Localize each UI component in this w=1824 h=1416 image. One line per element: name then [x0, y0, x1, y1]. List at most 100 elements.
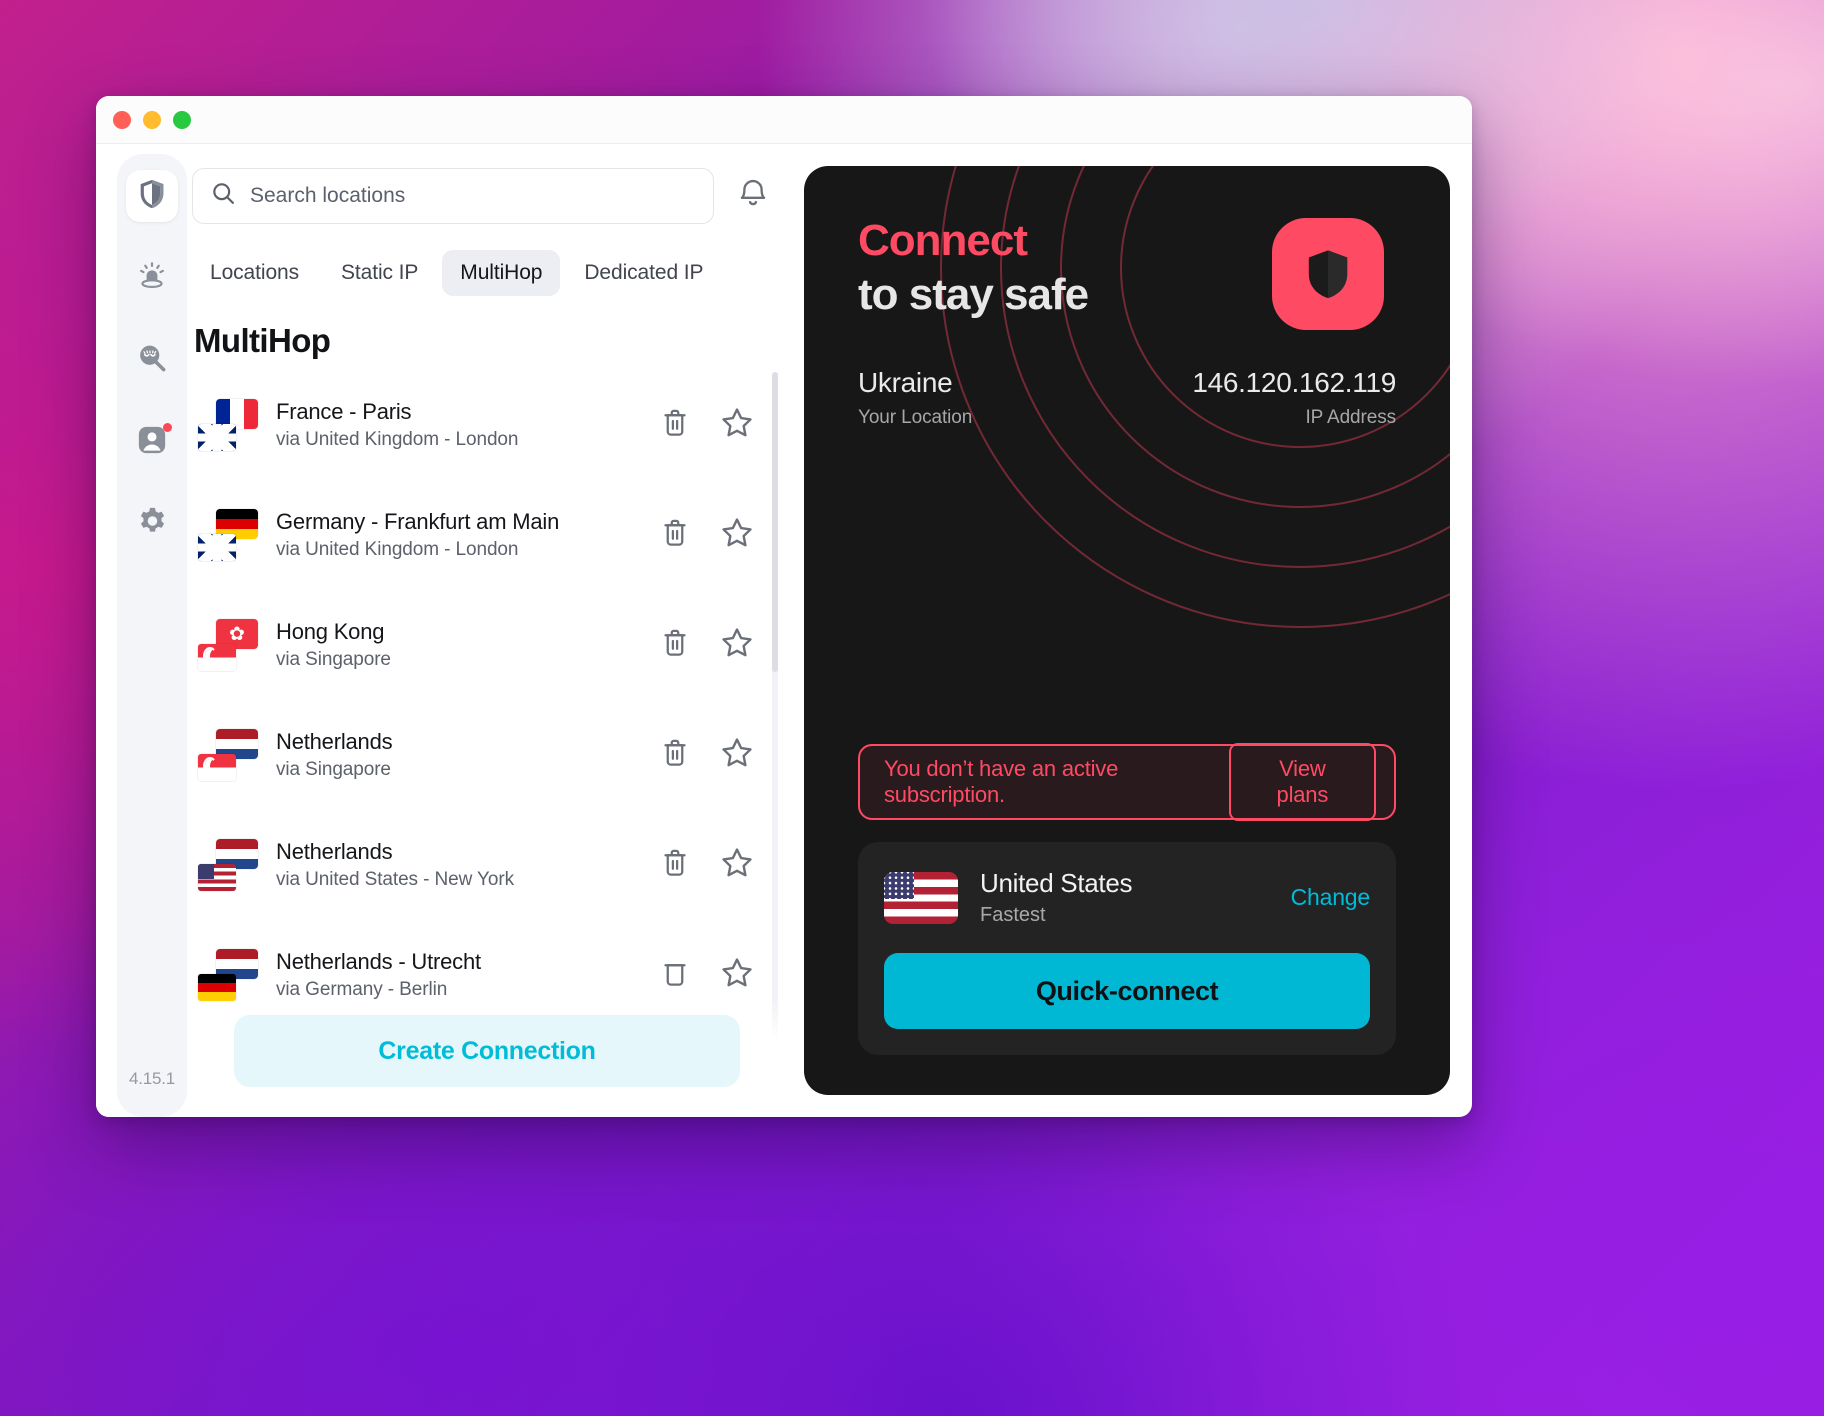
favorite-button[interactable]: [720, 518, 754, 552]
subscription-banner: You don’t have an active subscription. V…: [858, 743, 1396, 821]
delete-connection-button[interactable]: [658, 518, 692, 552]
tab-dedicated-ip[interactable]: Dedicated IP: [566, 250, 721, 296]
sidebar-item-alerts[interactable]: [126, 252, 178, 304]
row-actions: [658, 848, 762, 882]
flag-united-kingdom-icon: [198, 424, 236, 451]
list-item-subtitle: via United Kingdom - London: [276, 429, 519, 450]
sidebar-item-scanner[interactable]: [126, 334, 178, 386]
notifications-button[interactable]: [736, 179, 770, 213]
row-actions: [658, 958, 762, 992]
list-item-subtitle: via United Kingdom - London: [276, 539, 519, 560]
list-item-title: Netherlands: [276, 839, 393, 864]
flag-pair: [198, 507, 260, 563]
sidebar-item-protection[interactable]: [126, 170, 178, 222]
list-item-title: Hong Kong: [276, 619, 385, 644]
locations-panel: Locations Static IP MultiHop Dedicated I…: [172, 144, 792, 1117]
star-icon: [721, 407, 753, 443]
shield-icon: [137, 178, 167, 215]
list-scrollbar-thumb[interactable]: [772, 372, 778, 672]
row-actions: [658, 628, 762, 662]
list-item-text: Germany - Frankfurt am Main via United K…: [276, 509, 658, 561]
list-item[interactable]: Netherlands via United States - New York: [192, 810, 762, 920]
trash-icon: [661, 848, 689, 883]
tab-multihop[interactable]: MultiHop: [442, 250, 561, 296]
search-input[interactable]: [250, 184, 695, 208]
flag-united-kingdom-icon: [198, 534, 236, 561]
list-item[interactable]: France - Paris via United Kingdom - Lond…: [192, 370, 762, 480]
list-item[interactable]: Hong Kong via Singapore: [192, 590, 762, 700]
list-item[interactable]: Netherlands via Singapore: [192, 700, 762, 810]
locations-list: France - Paris via United Kingdom - Lond…: [192, 370, 792, 1045]
close-window-button[interactable]: [113, 110, 131, 129]
ip-address-label: IP Address: [1305, 407, 1396, 429]
list-heading: MultiHop: [194, 322, 331, 359]
quick-connect-speed-label: Fastest: [980, 904, 1046, 926]
account-icon: [137, 425, 167, 460]
flag-pair: [198, 837, 260, 893]
tab-static-ip[interactable]: Static IP: [323, 250, 436, 296]
view-plans-button[interactable]: View plans: [1228, 743, 1376, 821]
favorite-button[interactable]: [720, 738, 754, 772]
list-item-subtitle: via Singapore: [276, 649, 391, 670]
search-row: [192, 168, 792, 224]
delete-connection-button[interactable]: [658, 628, 692, 662]
subscription-message: You don’t have an active subscription.: [884, 756, 1119, 807]
search-box[interactable]: [192, 168, 714, 224]
list-item-title: France - Paris: [276, 399, 412, 424]
delete-connection-button[interactable]: [658, 738, 692, 772]
list-item-title: Germany - Frankfurt am Main: [276, 509, 560, 534]
flag-pair: [198, 947, 260, 1003]
list-item-text: Netherlands - Utrecht via Germany - Berl…: [276, 949, 658, 1001]
favorite-button[interactable]: [720, 628, 754, 662]
star-icon: [721, 517, 753, 553]
list-item-title: Netherlands: [276, 729, 393, 754]
flag-pair: [198, 727, 260, 783]
star-icon: [721, 737, 753, 773]
list-item-subtitle: via Germany - Berlin: [276, 979, 448, 1000]
list-item-title: Netherlands - Utrecht: [276, 949, 481, 974]
sidebar-item-account[interactable]: [126, 416, 178, 468]
trash-icon: [661, 628, 689, 663]
list-item-text: Netherlands via United States - New York: [276, 839, 658, 891]
delete-connection-button[interactable]: [658, 848, 692, 882]
alarm-icon: [137, 261, 167, 296]
sidebar-item-settings[interactable]: [126, 498, 178, 550]
app-window: 4.15.1 Search locations Locations Static…: [96, 96, 1472, 1117]
window-body: 4.15.1 Search locations Locations Static…: [96, 144, 1472, 1117]
tab-locations[interactable]: Locations: [192, 250, 317, 296]
quick-connect-location-text: United States Fastest: [980, 868, 1291, 927]
list-item-subtitle: via United States - New York: [276, 869, 514, 890]
favorite-button[interactable]: [720, 848, 754, 882]
list-item[interactable]: Germany - Frankfurt am Main via United K…: [192, 480, 762, 590]
favorite-button[interactable]: [720, 408, 754, 442]
list-item-text: France - Paris via United Kingdom - Lond…: [276, 399, 658, 451]
flag-singapore-icon: [198, 754, 236, 781]
create-connection-button[interactable]: Create Connection: [234, 1015, 740, 1087]
star-icon: [721, 627, 753, 663]
flag-pair: [198, 617, 260, 673]
trash-icon: [661, 518, 689, 553]
tab-bar: Locations Static IP MultiHop Dedicated I…: [192, 250, 792, 296]
change-location-link[interactable]: Change: [1291, 884, 1371, 911]
star-icon: [721, 957, 753, 993]
minimize-window-button[interactable]: [143, 110, 161, 129]
favorite-button[interactable]: [720, 958, 754, 992]
quick-connect-button[interactable]: Quick-connect: [884, 953, 1370, 1029]
flag-united-states-icon: [884, 871, 958, 924]
card-spacer: [858, 429, 1396, 744]
trash-icon: [661, 958, 689, 993]
list-scrollbar[interactable]: [772, 372, 778, 1045]
ip-address-block: 146.120.162.119 IP Address: [1192, 367, 1396, 429]
search-icon: [211, 181, 236, 211]
delete-connection-button[interactable]: [658, 408, 692, 442]
connect-panel: Connect to stay safe Ukraine Your Locati…: [792, 144, 1472, 1117]
list-item-text: Hong Kong via Singapore: [276, 619, 658, 671]
trash-icon: [661, 738, 689, 773]
maximize-window-button[interactable]: [173, 110, 191, 129]
gear-icon: [137, 506, 168, 542]
connection-info-row: Ukraine Your Location 146.120.162.119 IP…: [858, 367, 1396, 429]
delete-connection-button[interactable]: [658, 958, 692, 992]
quick-connect-card: United States Fastest Change Quick-conne…: [858, 842, 1396, 1055]
flag-united-states-icon: [198, 864, 236, 891]
row-actions: [658, 738, 762, 772]
